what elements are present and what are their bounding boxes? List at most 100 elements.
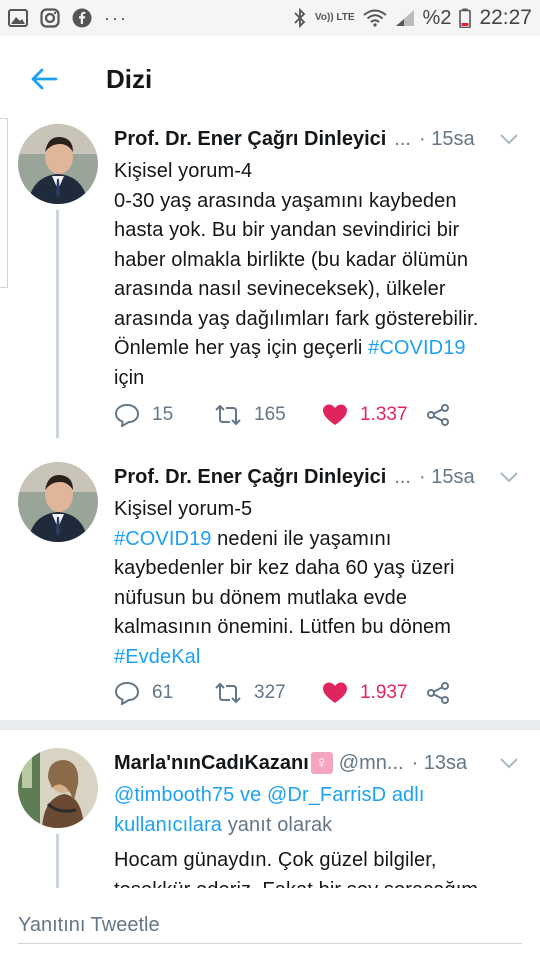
name-ellipsis: ... xyxy=(394,465,411,488)
like-button[interactable]: 1.337 xyxy=(322,403,426,427)
top-app-bar: Dizi xyxy=(0,36,540,122)
reply-icon xyxy=(114,681,140,705)
tweet-time: · 13sa xyxy=(411,751,468,774)
reply-bar: Yanıtını Tweetle xyxy=(0,888,540,960)
text-line: haber olmakla birlikte (bu kadar ölümün xyxy=(114,248,469,271)
chevron-down-icon xyxy=(500,758,518,769)
section-divider xyxy=(0,720,540,730)
share-button[interactable] xyxy=(426,403,450,427)
tweet-2[interactable]: Prof. Dr. Ener Çağrı Dinleyici ... · 15s… xyxy=(0,456,540,720)
status-bar: ··· Vo)) LTE %2 22:27 xyxy=(0,0,540,36)
reply-count: 61 xyxy=(152,682,174,703)
battery-percent: %2 xyxy=(422,6,452,29)
text-line: Önlemle her yaş için geçerli #COVID19 xyxy=(114,334,522,364)
text-line: Kişisel yorum-5 xyxy=(114,498,253,520)
text-line: için xyxy=(114,366,145,389)
tweet-content: Prof. Dr. Ener Çağrı Dinleyici ... · 15s… xyxy=(114,464,522,672)
text-line: kalmasının önemini. Lütfen bu dönem xyxy=(114,616,452,638)
text-line: nüfusun bu dönem mutlaka evde xyxy=(114,586,408,609)
reply-button[interactable]: 61 xyxy=(114,681,214,705)
author-name[interactable]: Prof. Dr. Ener Çağrı Dinleyici xyxy=(114,466,386,489)
gallery-icon xyxy=(8,9,28,27)
chevron-down-icon xyxy=(500,472,518,483)
tweet-actions: 61 327 1.937 xyxy=(114,678,450,708)
tweet-time: · 15sa xyxy=(418,465,475,488)
author-name[interactable]: Marla'nınCadıKazanı xyxy=(114,752,309,775)
text-line: #COVID19 nedeni ile yaşamını xyxy=(114,525,522,555)
heart-icon xyxy=(323,682,347,703)
text-line: #EvdeKal xyxy=(114,643,522,673)
share-icon xyxy=(427,404,449,426)
tweet-menu-button[interactable] xyxy=(496,750,522,776)
text-line: kaybedenler bir kez daha 60 yaş üzeri xyxy=(114,557,455,579)
retweet-button[interactable]: 165 xyxy=(214,404,322,426)
text-line: 0-30 yaş arasında yaşamını kaybeden xyxy=(114,189,457,212)
tweet-text: Kişisel yorum-4 0-30 yaş arasında yaşamı… xyxy=(114,157,522,393)
share-button[interactable] xyxy=(426,681,450,705)
like-button[interactable]: 1.937 xyxy=(322,681,426,705)
instagram-icon xyxy=(40,8,60,28)
reply-count: 15 xyxy=(152,404,174,425)
battery-icon xyxy=(459,8,472,28)
author-avatar[interactable] xyxy=(18,462,98,542)
tweet-menu-button[interactable] xyxy=(496,126,522,152)
tweet-text: Kişisel yorum-5 #COVID19 nedeni ile yaşa… xyxy=(114,495,522,672)
reply-icon xyxy=(114,403,140,427)
tweet-3[interactable]: Marla'nınCadıKazanı ♀ @mn... · 13sa @tim… xyxy=(0,742,540,888)
back-button[interactable] xyxy=(24,59,64,99)
author-avatar[interactable] xyxy=(18,124,98,204)
text-line: hasta yok. Bu bir yandan sevindirici bir xyxy=(114,219,460,241)
tweet-header: Prof. Dr. Ener Çağrı Dinleyici ... · 15s… xyxy=(114,126,522,152)
tweet-actions: 15 165 1.337 xyxy=(114,400,450,430)
page-title: Dizi xyxy=(106,63,153,94)
hashtag-link[interactable]: #COVID19 xyxy=(114,528,212,550)
author-avatar[interactable] xyxy=(18,748,98,828)
wifi-icon xyxy=(362,9,387,27)
text-line: teşekkür ederiz. Fakat bir şey soracağım xyxy=(114,876,522,889)
tweet-content: Marla'nınCadıKazanı ♀ @mn... · 13sa @tim… xyxy=(114,750,522,888)
retweet-icon xyxy=(215,404,241,426)
more-notifications-icon: ··· xyxy=(104,7,128,28)
text-line: kullanıcılara yanıt olarak xyxy=(114,811,522,841)
author-handle[interactable]: @mn... xyxy=(339,752,404,775)
hashtag-link[interactable]: #EvdeKal xyxy=(114,646,200,668)
name-ellipsis: ... xyxy=(394,127,411,150)
reply-input[interactable]: Yanıtını Tweetle xyxy=(18,908,522,944)
mention-link[interactable]: @timbooth75 xyxy=(114,784,234,806)
facebook-icon xyxy=(72,8,92,28)
chevron-down-icon xyxy=(500,134,518,145)
tweet-header: Marla'nınCadıKazanı ♀ @mn... · 13sa xyxy=(114,750,522,776)
tweet-content: Prof. Dr. Ener Çağrı Dinleyici ... · 15s… xyxy=(114,126,522,393)
like-count: 1.937 xyxy=(360,682,408,703)
mention-link[interactable]: kullanıcılara xyxy=(114,814,222,836)
author-name[interactable]: Prof. Dr. Ener Çağrı Dinleyici xyxy=(114,128,386,151)
text-segment: yanıt olarak xyxy=(222,813,333,836)
tweet-header: Prof. Dr. Ener Çağrı Dinleyici ... · 15s… xyxy=(114,464,522,490)
reply-button[interactable]: 15 xyxy=(114,403,214,427)
volte-indicator: Vo)) LTE xyxy=(314,12,355,23)
reply-context: @timbooth75 ve @Dr_FarrisD adlı kullanıc… xyxy=(114,781,522,840)
text-line: @timbooth75 ve @Dr_FarrisD adlı xyxy=(114,781,522,811)
retweet-count: 165 xyxy=(254,404,286,425)
retweet-button[interactable]: 327 xyxy=(214,682,322,704)
female-sign-icon: ♀ xyxy=(310,752,333,774)
retweet-count: 327 xyxy=(254,682,286,703)
retweet-icon xyxy=(215,682,241,704)
heart-icon xyxy=(323,404,347,425)
thread-line xyxy=(56,834,59,888)
tweet-text: Hocam günaydın. Çok güzel bilgiler, teşe… xyxy=(114,846,522,888)
mention-link[interactable]: @Dr_FarrisD adlı xyxy=(267,784,424,806)
text-line: arasında yaş dağılımları fark gösterebil… xyxy=(114,307,479,330)
text-line: Kişisel yorum-4 xyxy=(114,160,253,182)
thread-line xyxy=(56,210,59,438)
text-line: Hocam günaydın. Çok güzel bilgiler, xyxy=(114,849,437,871)
share-icon xyxy=(427,682,449,704)
tweet-1[interactable]: Prof. Dr. Ener Çağrı Dinleyici ... · 15s… xyxy=(0,118,540,438)
text-segment: nedeni ile yaşamını xyxy=(211,527,392,550)
tweet-menu-button[interactable] xyxy=(496,464,522,490)
arrow-left-icon xyxy=(31,68,58,90)
text-segment: ve xyxy=(234,784,267,806)
text-line: arasında nasıl sevineceksek), ülkeler xyxy=(114,278,446,300)
signal-icon xyxy=(395,9,415,27)
hashtag-link[interactable]: #COVID19 xyxy=(368,337,466,359)
